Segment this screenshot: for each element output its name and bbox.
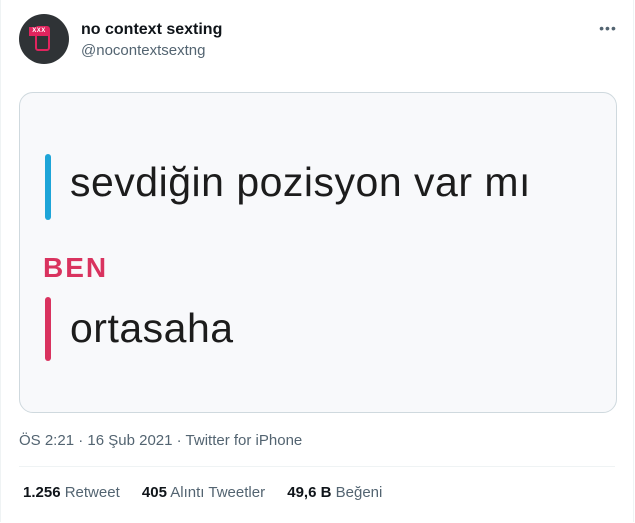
author-display-name[interactable]: no context sexting xyxy=(81,21,222,39)
message-bar-pink xyxy=(45,297,51,361)
more-options-icon[interactable]: ••• xyxy=(597,20,619,36)
avatar-badge: XXX xyxy=(29,27,49,36)
author-handle[interactable]: @nocontextsextng xyxy=(81,42,205,59)
message-bar-blue xyxy=(45,154,51,220)
likes-count: 49,6 B xyxy=(287,484,332,501)
meta-separator: · xyxy=(74,432,88,449)
tweet-source-link[interactable]: Twitter for iPhone xyxy=(186,432,303,449)
divider xyxy=(19,466,615,467)
message-reply-text: ortasaha xyxy=(70,305,234,351)
tweet-date-link[interactable]: 16 Şub 2021 xyxy=(87,432,172,449)
likes-label: Beğeni xyxy=(335,484,383,501)
retweet-label: Retweet xyxy=(64,484,120,501)
retweet-count: 1.256 xyxy=(23,484,61,501)
tweet-card: XXX no context sexting @nocontextsextng … xyxy=(0,0,634,522)
tweet-media-image[interactable]: sevdiğin pozisyon var mı BEN ortasaha xyxy=(19,92,617,413)
tweet-meta: ÖS 2:21 · 16 Şub 2021 · Twitter for iPho… xyxy=(19,432,302,449)
tweet-stats: 1.256 Retweet 405 Alıntı Tweetler 49,6 B… xyxy=(23,484,400,501)
quote-count: 405 xyxy=(141,484,167,501)
message-text: sevdiğin pozisyon var mı xyxy=(70,159,531,205)
message-sender-label: BEN xyxy=(43,252,109,283)
retweet-count-link[interactable]: 1.256 Retweet xyxy=(23,484,120,501)
avatar[interactable]: XXX xyxy=(19,14,69,64)
quote-label: Alıntı Tweetler xyxy=(170,484,266,501)
tweet-time-link[interactable]: ÖS 2:21 xyxy=(19,432,74,449)
likes-link[interactable]: 49,6 B Beğeni xyxy=(287,484,382,501)
quote-tweets-link[interactable]: 405 Alıntı Tweetler xyxy=(142,484,265,501)
meta-separator: · xyxy=(172,432,186,449)
